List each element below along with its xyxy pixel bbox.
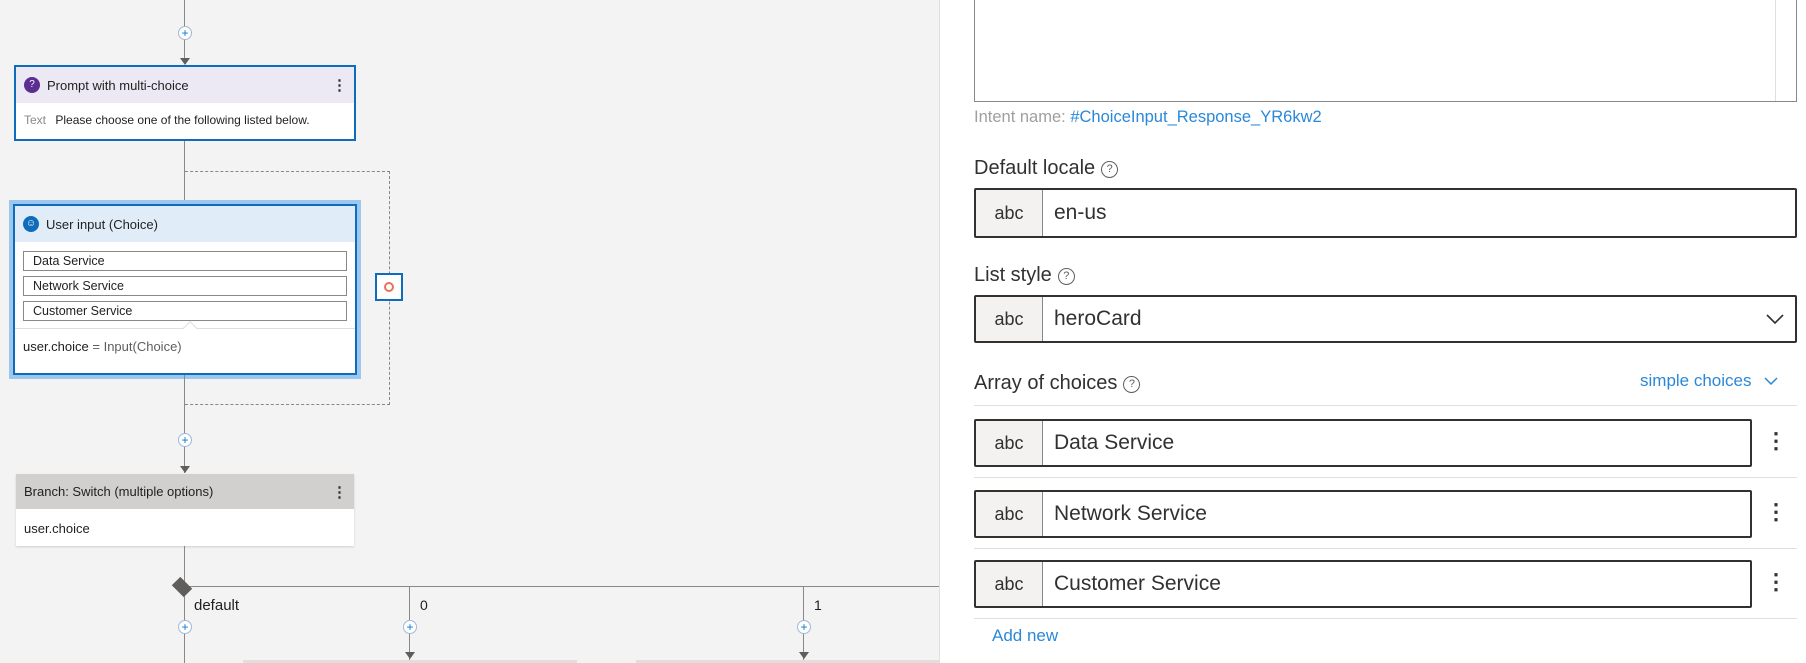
array-of-choices-label: Array of choices? [974, 372, 1141, 395]
add-step-icon[interactable]: + [178, 620, 192, 634]
prompt-node[interactable]: ? Prompt with multi-choice ⋮ Text Please… [14, 65, 356, 141]
connector-line [184, 375, 185, 473]
intent-name: Intent name: #ChoiceInput_Response_YR6kw… [974, 108, 1322, 127]
flow-canvas[interactable]: + ? Prompt with multi-choice ⋮ Text Plea… [0, 0, 939, 663]
assign-variable: user.choice [23, 339, 89, 354]
arrow-down-icon [180, 466, 190, 473]
divider [974, 618, 1797, 619]
list-style-label: List style? [974, 264, 1075, 287]
branch-line [184, 586, 939, 587]
branch-label-1: 1 [814, 597, 822, 613]
choice-mode-dropdown[interactable]: simple choices [1640, 371, 1778, 391]
user-input-node[interactable]: ☺ User input (Choice) Data Service Netwo… [13, 204, 357, 375]
help-icon[interactable]: ? [1101, 161, 1119, 178]
prompt-node-title: Prompt with multi-choice [47, 77, 189, 93]
type-prefix[interactable]: abc [976, 562, 1043, 606]
help-icon[interactable]: ? [1123, 376, 1141, 393]
more-options-icon[interactable]: ⋮ [1765, 501, 1787, 523]
branch-label-0: 0 [420, 597, 428, 613]
choice-item: Data Service [23, 251, 347, 271]
more-options-icon[interactable]: ⋮ [1765, 430, 1787, 452]
more-options-icon[interactable]: ⋮ [1765, 571, 1787, 593]
chevron-down-icon[interactable] [1755, 297, 1795, 341]
type-prefix[interactable]: abc [976, 421, 1043, 465]
loop-icon [384, 282, 394, 292]
user-input-node-title: User input (Choice) [46, 216, 158, 232]
choice-input[interactable]: Network Service [1043, 492, 1750, 536]
prompt-icon: ? [24, 77, 40, 93]
choice-item: Customer Service [23, 301, 347, 321]
add-new-link[interactable]: Add new [992, 626, 1058, 646]
arrow-down-icon [180, 58, 190, 65]
prompt-node-body: Text Please choose one of the following … [16, 103, 354, 127]
loop-node[interactable] [375, 273, 403, 301]
arrow-down-icon [799, 652, 809, 659]
divider [974, 548, 1797, 549]
switch-node-title: Branch: Switch (multiple options) [24, 484, 214, 499]
choice-field[interactable]: abc Data Service [974, 419, 1752, 467]
branch-label-default: default [194, 597, 240, 614]
intent-link[interactable]: #ChoiceInput_Response_YR6kw2 [1070, 108, 1321, 126]
prompt-text-label: Text [24, 113, 47, 127]
arrow-down-icon [405, 652, 415, 659]
choice-field[interactable]: abc Customer Service [974, 560, 1752, 608]
list-style-value[interactable]: heroCard [1043, 297, 1755, 341]
more-options-icon[interactable]: ⋮ [332, 76, 347, 94]
list-style-dropdown[interactable]: abc heroCard [974, 295, 1797, 343]
divider [974, 477, 1797, 478]
prompt-node-header: ? Prompt with multi-choice ⋮ [16, 67, 354, 103]
branch-diamond-icon [171, 576, 193, 598]
connector-line [184, 546, 185, 663]
textarea-scrollbar[interactable] [1775, 0, 1776, 101]
add-step-icon[interactable]: + [178, 433, 192, 447]
prompt-text-value: Please choose one of the following liste… [55, 113, 310, 127]
more-options-icon[interactable]: ⋮ [332, 483, 347, 501]
assignment-row: user.choice = Input(Choice) [15, 320, 355, 366]
switch-condition: user.choice [24, 521, 90, 536]
assign-expression: Input(Choice) [103, 339, 182, 354]
add-step-icon[interactable]: + [403, 620, 417, 634]
intent-label: Intent name: [974, 108, 1066, 126]
properties-panel: Intent name: #ChoiceInput_Response_YR6kw… [939, 0, 1806, 663]
choice-mode-value[interactable]: simple choices [1640, 371, 1752, 391]
response-textarea[interactable] [974, 0, 1797, 102]
divider [974, 405, 1797, 406]
default-locale-field[interactable]: abc en-us [974, 188, 1797, 238]
array-of-choices-text: Array of choices [974, 372, 1118, 394]
type-prefix[interactable]: abc [976, 492, 1043, 536]
assign-operator: = [88, 339, 104, 354]
add-step-icon[interactable]: + [178, 26, 192, 40]
choice-item: Network Service [23, 276, 347, 296]
switch-node[interactable]: Branch: Switch (multiple options) ⋮ user… [16, 474, 354, 546]
add-step-icon[interactable]: + [797, 620, 811, 634]
type-prefix[interactable]: abc [976, 190, 1043, 236]
type-prefix[interactable]: abc [976, 297, 1043, 341]
choice-input[interactable]: Customer Service [1043, 562, 1750, 606]
default-locale-text: Default locale [974, 157, 1096, 179]
choice-list: Data Service Network Service Customer Se… [15, 242, 355, 321]
default-locale-label: Default locale? [974, 157, 1119, 180]
choice-field[interactable]: abc Network Service [974, 490, 1752, 538]
list-style-text: List style [974, 264, 1052, 286]
user-icon: ☺ [23, 216, 39, 232]
default-locale-input[interactable]: en-us [1043, 190, 1795, 236]
choice-input[interactable]: Data Service [1043, 421, 1750, 465]
user-input-node-header: ☺ User input (Choice) [15, 206, 355, 242]
chevron-down-icon[interactable] [1763, 376, 1778, 386]
switch-node-header: Branch: Switch (multiple options) ⋮ [16, 474, 354, 509]
help-icon[interactable]: ? [1057, 268, 1075, 285]
